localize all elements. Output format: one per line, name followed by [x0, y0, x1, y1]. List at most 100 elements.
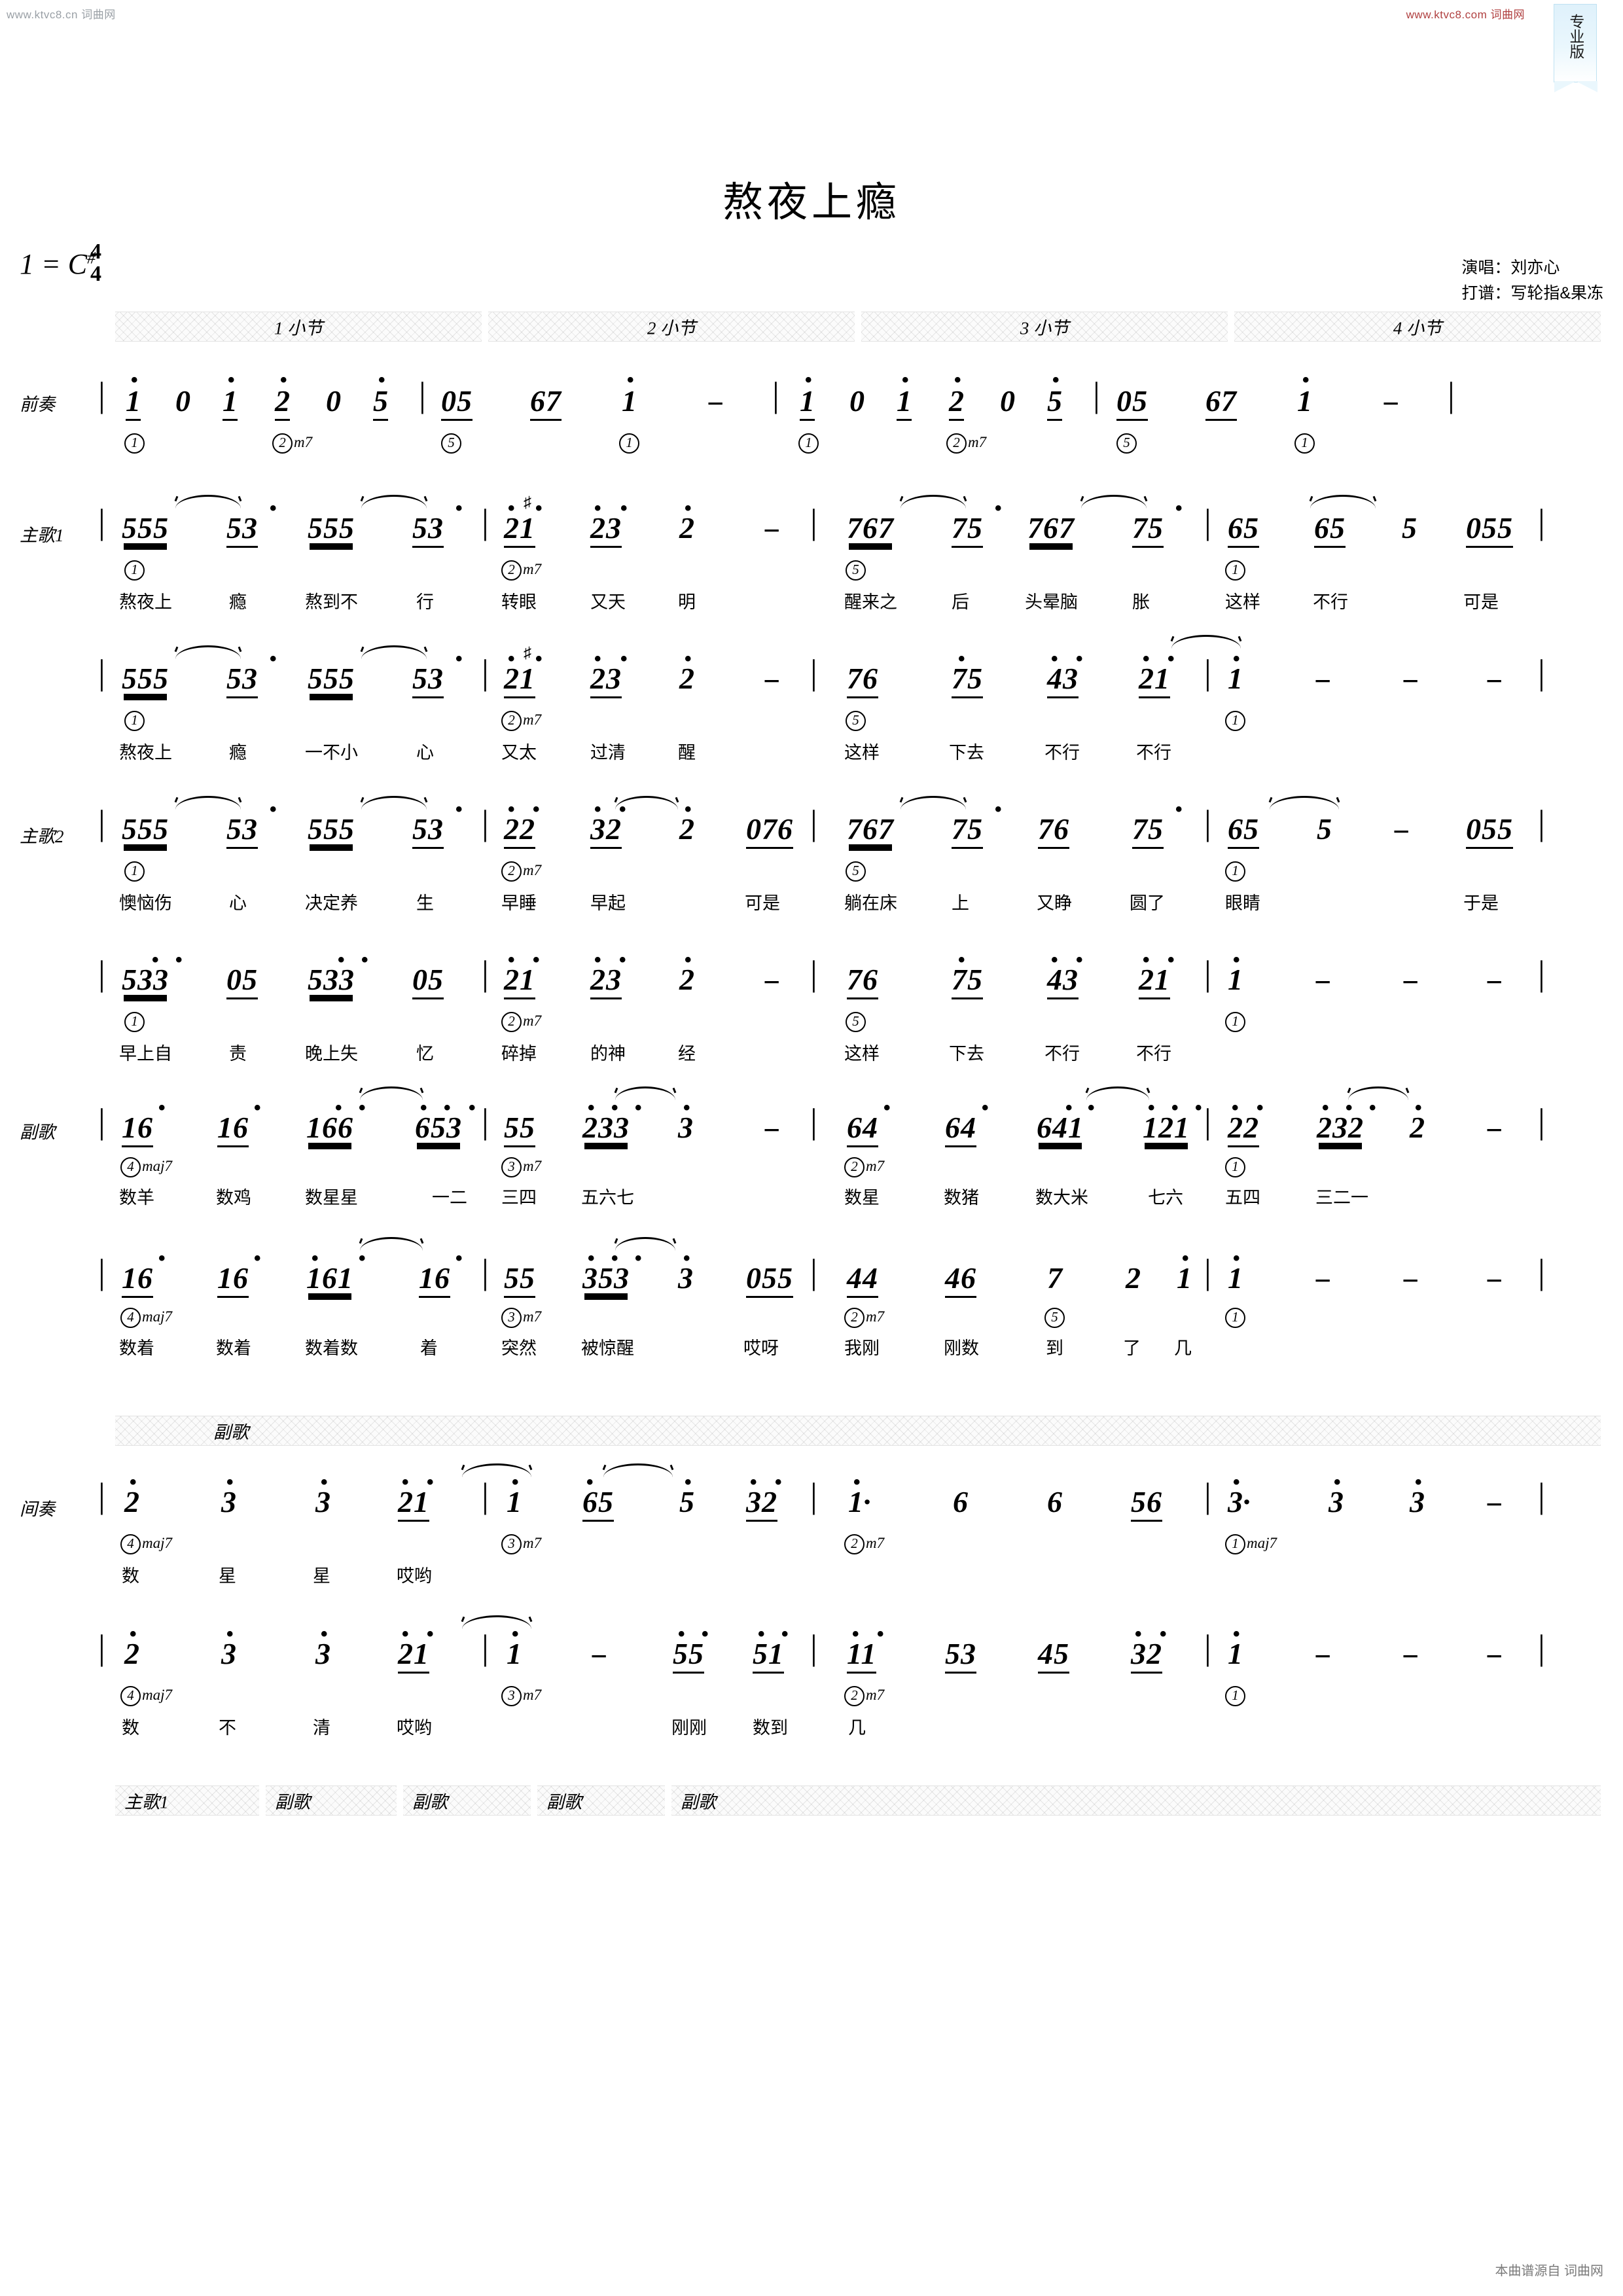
- measure-block-4: 4 小节: [1234, 312, 1601, 342]
- octave-dot-up: •: [533, 798, 540, 820]
- note-group: 767: [847, 511, 894, 545]
- chord-symbol: 1: [124, 433, 145, 454]
- note-group: 055: [1466, 513, 1513, 548]
- lyric-word: 数鸡: [216, 1188, 251, 1208]
- note-group: 67: [1205, 386, 1237, 421]
- octave-dot-up: •: [1415, 1097, 1422, 1119]
- barline: |: [419, 375, 426, 414]
- note-group: 533: [122, 963, 169, 996]
- note-row: | 555 53 • 555 53 • | 22 • • 32 • • 2 • …: [98, 796, 1603, 861]
- octave-dot-up: •: [130, 1623, 137, 1645]
- note-row: | 2 • 3 • 3 • 21 • • | 1 • − 55 • • 51 •…: [98, 1615, 1603, 1686]
- page-title: 熬夜上瘾: [722, 180, 901, 225]
- lyric-word: 数猪: [944, 1188, 979, 1208]
- octave-dot-up: •: [781, 1623, 789, 1645]
- octave-dot-up: •: [1052, 369, 1060, 391]
- lyric-word: 三四: [501, 1188, 537, 1208]
- note-group: 05: [1116, 386, 1148, 421]
- chord-symbol: 3 m7: [501, 1157, 541, 1177]
- lyric-word: 着: [420, 1338, 438, 1358]
- slur: [361, 495, 427, 509]
- singer-credit: 演唱：刘亦心: [1461, 259, 1560, 277]
- octave-dot-up: •: [702, 1623, 709, 1645]
- staff-verse1-b: | 555 53 • 555 53 • | 21 • ♯ • 23 • • 2 …: [98, 635, 1603, 785]
- measure-label: 副歌: [546, 1792, 582, 1812]
- octave-dot-up: •: [158, 1247, 166, 1269]
- lyric-word: 一不小: [305, 743, 358, 762]
- watermark-footer: 本曲谱源自 词曲网: [1495, 2264, 1603, 2278]
- octave-dot-up: •: [627, 369, 634, 391]
- note-group: 16: [122, 1113, 153, 1147]
- hold-dash: −: [1314, 1264, 1332, 1297]
- octave-dot-up: •: [619, 949, 626, 971]
- measure-label: 主歌1: [124, 1792, 169, 1812]
- chord-symbol: 3 m7: [501, 1308, 541, 1328]
- key-signature: 1 = C#: [20, 247, 96, 281]
- slur: [360, 1086, 423, 1100]
- lyric-word: 又睁: [1037, 893, 1072, 913]
- lyrics-row: 熬夜上 瘾 一不小 心 又太 过清 醒 这样 下去 不行 不行: [98, 738, 1603, 775]
- lyric-word: 生: [416, 893, 434, 913]
- note: 6: [1047, 1485, 1062, 1518]
- slur: [361, 796, 427, 810]
- octave-dot-up: •: [335, 1097, 342, 1119]
- octave-dot-up: •: [228, 369, 235, 391]
- octave-dot-up: •: [1160, 1623, 1167, 1645]
- watermark-top-left: www.ktvc8.cn 词曲网: [7, 9, 116, 21]
- system-intro: 前奏 | 1 • 0 1 • 2 • 0 5 • | 05 67 1 • − |…: [0, 369, 1623, 471]
- lyric-word: 不行: [1044, 1044, 1080, 1064]
- note-group: 05: [441, 386, 473, 421]
- lyric-word: 不行: [1136, 1044, 1171, 1064]
- octave-dot-up: •: [685, 497, 692, 519]
- octave-dot-up: •: [1168, 949, 1175, 971]
- lyric-word: 数着: [216, 1338, 251, 1358]
- octave-dot-up: •: [254, 1247, 261, 1269]
- octave-dot-up: •: [455, 648, 463, 670]
- lyric-word: 这样: [844, 1044, 880, 1064]
- lyric-word: 哎哟: [397, 1566, 432, 1586]
- lyric-word: 不行: [1313, 592, 1348, 612]
- octave-dot-up: •: [594, 949, 601, 971]
- slur: [615, 1237, 675, 1251]
- chord-symbol: 1: [1225, 560, 1245, 581]
- hold-dash: −: [1314, 965, 1332, 999]
- lyric-word: 于是: [1463, 893, 1499, 913]
- lyric-word: 又天: [590, 592, 626, 612]
- octave-dot-up: •: [359, 1097, 366, 1119]
- note-group: 45: [1038, 1639, 1069, 1674]
- slur: [175, 495, 241, 509]
- lyric-word: 数星: [844, 1188, 880, 1208]
- staff-verse2-b: | 533 • • 05 533 • • 05 | 21 • • 23 • • …: [98, 949, 1603, 1086]
- barline: |: [1204, 1476, 1211, 1515]
- octave-dot-up: •: [1076, 648, 1083, 670]
- lyrics-row: 熬夜上 瘾 熬到不 行 转眼 又天 明 醒来之 后 头晕脑 胀 这样 不行 可是: [98, 588, 1603, 624]
- octave-dot-up: •: [427, 1471, 434, 1493]
- lyric-word: 数到: [753, 1718, 788, 1738]
- octave-dot-up: •: [402, 1471, 409, 1493]
- key-signature-text: 1 = C: [20, 248, 88, 280]
- hold-dash: −: [763, 664, 781, 698]
- measure-block-3: 3 小节: [861, 312, 1228, 342]
- lyric-word: 数着: [119, 1338, 154, 1358]
- measure-strip-top: 1 小节 2 小节 3 小节 4 小节: [115, 312, 1601, 342]
- slur: [175, 796, 241, 810]
- octave-dot-up: •: [883, 1097, 891, 1119]
- octave-dot-up: •: [619, 798, 626, 820]
- octave-dot-up: •: [594, 648, 601, 670]
- lyric-word: 七六: [1148, 1188, 1183, 1208]
- slur: [603, 1463, 673, 1477]
- octave-dot-up: •: [1334, 1471, 1341, 1493]
- note-row: | 1 • 0 1 • 2 • 0 5 • | 05 67 1 • − | 1 …: [98, 369, 1603, 436]
- octave-dot-up: •: [635, 1247, 642, 1269]
- lyric-word: 后: [952, 592, 969, 612]
- lyric-word: 星: [313, 1566, 330, 1586]
- chord-symbol: 4 maj7: [120, 1686, 172, 1706]
- octave-dot-up: •: [1148, 1097, 1155, 1119]
- lyric-word: 经: [678, 1044, 696, 1064]
- slur: [901, 796, 966, 810]
- slur: [1310, 495, 1376, 509]
- octave-dot-up: •: [586, 1471, 594, 1493]
- octave-dot-up: •: [508, 798, 515, 820]
- professional-edition-ribbon: 专业版: [1554, 4, 1597, 92]
- chord-row: 4 maj7 3 m7 2 m7 1: [98, 1686, 1603, 1713]
